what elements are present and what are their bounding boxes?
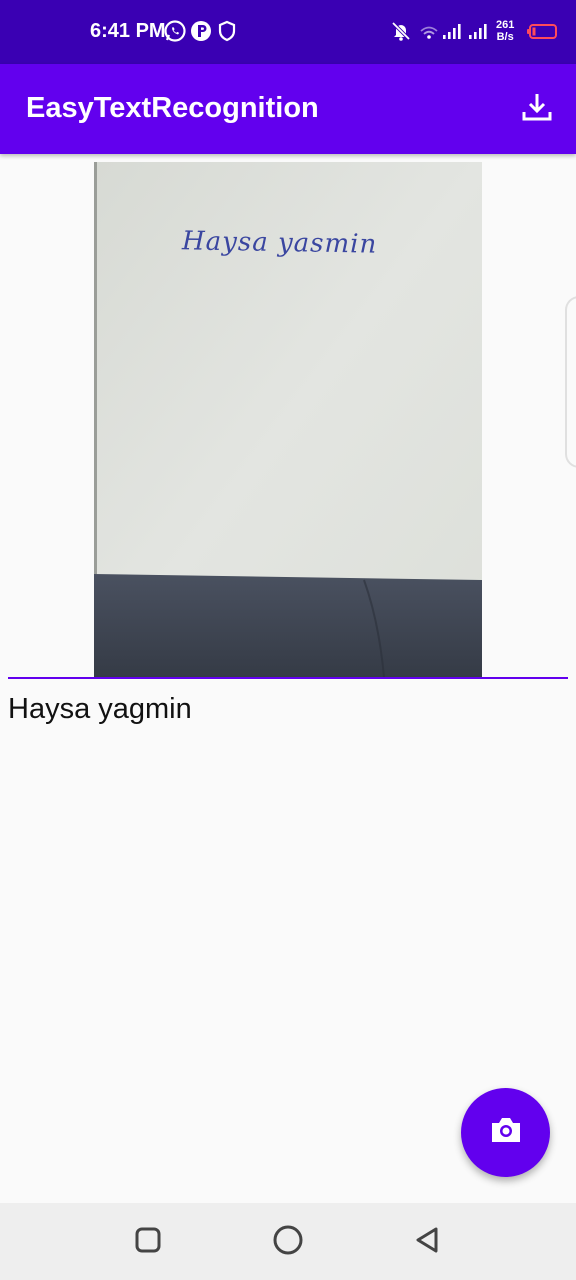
- app-title: EasyTextRecognition: [26, 92, 319, 124]
- battery-low-icon: [526, 18, 560, 44]
- download-icon: [520, 90, 554, 129]
- capture-photo-button[interactable]: [461, 1088, 550, 1177]
- p-app-icon: [188, 18, 214, 44]
- back-button[interactable]: [410, 1225, 444, 1259]
- captured-image: Haysa yasmin: [94, 162, 482, 677]
- status-bar: 6:41 PM 261 B/s: [0, 0, 576, 64]
- wifi-icon: [416, 18, 442, 44]
- back-icon: [412, 1225, 442, 1260]
- system-nav-bar: [0, 1203, 576, 1280]
- recents-icon: [133, 1225, 163, 1260]
- app-bar: EasyTextRecognition: [0, 64, 576, 154]
- status-time: 6:41 PM: [90, 20, 166, 42]
- signal-icon: [466, 18, 492, 44]
- camera-icon: [488, 1112, 524, 1153]
- result-divider: [8, 677, 568, 679]
- recognized-text: Haysa yagmin: [8, 693, 192, 725]
- edge-panel-handle[interactable]: [565, 296, 576, 468]
- shield-icon: [214, 18, 240, 44]
- handwritten-text: Haysa yasmin: [181, 226, 378, 260]
- whatsapp-icon: [162, 18, 188, 44]
- network-speed: 261 B/s: [496, 19, 515, 43]
- recents-button[interactable]: [131, 1225, 165, 1259]
- download-button[interactable]: [514, 86, 560, 132]
- home-icon: [272, 1224, 304, 1261]
- signal-icon: [440, 18, 466, 44]
- home-button[interactable]: [271, 1225, 305, 1259]
- mute-bell-icon: [388, 18, 414, 44]
